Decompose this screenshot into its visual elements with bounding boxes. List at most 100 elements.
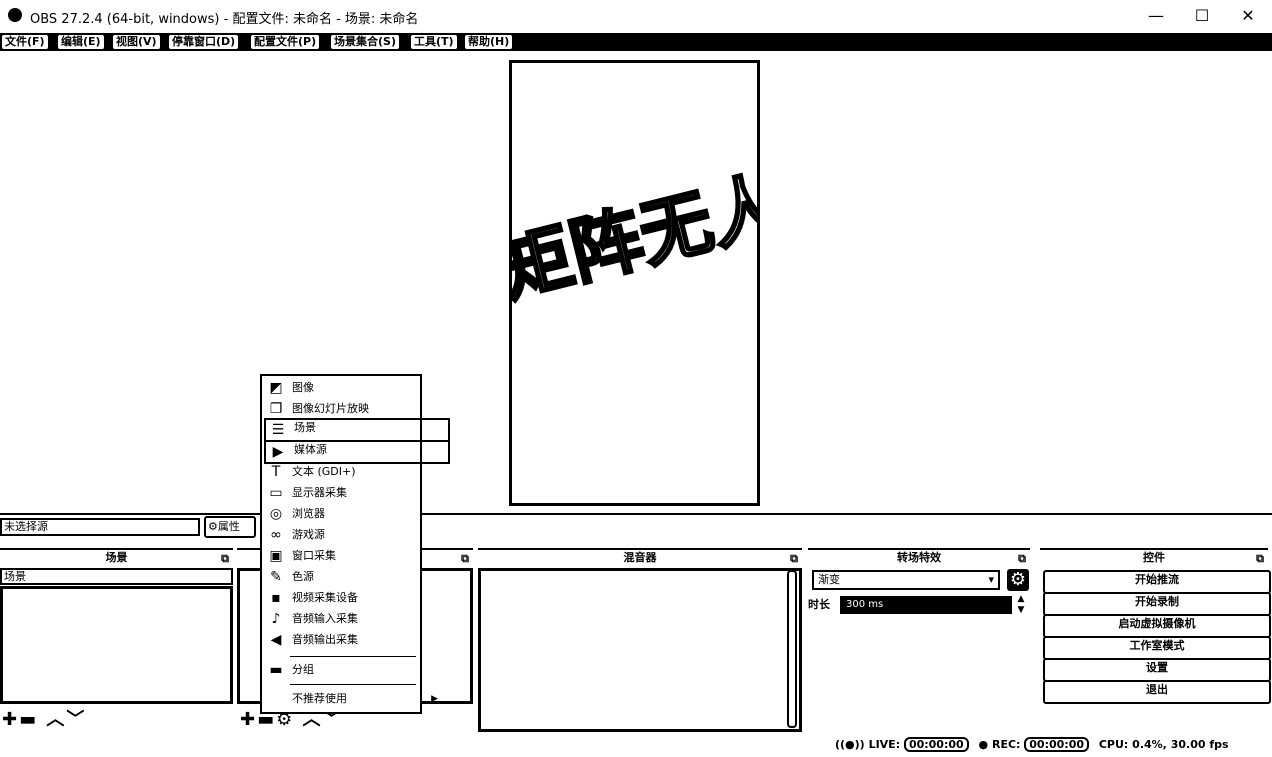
menu-item-browser[interactable]: ◎ 浏览器 [264, 504, 446, 524]
menu-item-label: 图像 [292, 381, 314, 394]
text-icon: T [271, 464, 281, 480]
transition-settings-button[interactable]: ⚙ [1007, 569, 1029, 591]
window-icon: ▣ [269, 548, 283, 564]
mixer-dock-title: 混音器 [623, 551, 657, 564]
menu-file[interactable]: 文件(F) [2, 35, 48, 49]
media-icon: ▶ [272, 444, 284, 460]
menu-item-window-capture[interactable]: ▣ 窗口采集 [264, 546, 446, 566]
start-virtual-camera-button[interactable]: 启动虚拟摄像机 [1043, 614, 1271, 638]
mixer-dock-header: 混音器 ⧉ [478, 548, 802, 566]
window-title: OBS 27.2.4 (64-bit, windows) - 配置文件: 未命名… [30, 12, 419, 27]
menu-item-color-source[interactable]: ✎ 色源 [264, 567, 446, 587]
scenes-list[interactable] [0, 586, 233, 704]
float-dock-icon[interactable]: ⧉ [461, 551, 469, 567]
menu-item-label: 图像幻灯片放映 [292, 402, 369, 415]
preview-canvas[interactable]: 矩阵无人 [509, 60, 760, 506]
duration-input[interactable]: 300 ms [840, 596, 1012, 614]
add-source-icon[interactable]: ✚ [240, 709, 257, 730]
scene-list-item[interactable]: 场景 [0, 568, 233, 585]
menu-edit[interactable]: 编辑(E) [58, 35, 104, 49]
preview-text-source: 矩阵无人 [509, 160, 760, 314]
menu-item-media-source[interactable]: ▶ 媒体源 [264, 440, 450, 464]
camera-icon: ▪ [271, 590, 281, 606]
menu-separator [290, 684, 416, 685]
gamepad-icon: ∞ [270, 527, 282, 543]
menu-item-label: 媒体源 [294, 443, 327, 456]
menu-item-slideshow[interactable]: ❐ 图像幻灯片放映 [264, 399, 446, 419]
selected-source-label: 未选择源 [0, 518, 200, 536]
mixer-scrollbar[interactable] [787, 570, 797, 728]
menu-bar: 文件(F) 编辑(E) 视图(V) 停靠窗口(D) 配置文件(P) 场景集合(S… [0, 33, 1272, 51]
menu-item-display-capture[interactable]: ▭ 显示器采集 [264, 483, 446, 503]
start-recording-button[interactable]: 开始录制 [1043, 592, 1271, 616]
menu-item-scene[interactable]: ☰ 场景 [264, 418, 450, 442]
brush-icon: ✎ [270, 569, 282, 585]
remove-scene-icon[interactable]: ▬ [19, 709, 38, 730]
scenes-dock-title: 场景 [105, 551, 128, 564]
menu-item-video-capture[interactable]: ▪ 视频采集设备 [264, 588, 446, 608]
duration-label: 时长 [808, 598, 830, 611]
transitions-dock-title: 转场特效 [897, 551, 941, 564]
audio-mixer-panel [478, 568, 802, 732]
start-streaming-button[interactable]: 开始推流 [1043, 570, 1271, 594]
menu-item-deprecated[interactable]: 不推荐使用 ▶ [264, 689, 446, 709]
live-icon: ((●)) [835, 738, 865, 751]
menu-profile[interactable]: 配置文件(P) [251, 35, 320, 49]
menu-docks[interactable]: 停靠窗口(D) [169, 35, 239, 49]
transitions-dock-header: 转场特效 ⧉ [808, 548, 1030, 566]
float-dock-icon[interactable]: ⧉ [790, 551, 798, 567]
move-up-icon[interactable]: ︿ [46, 709, 66, 730]
menu-scene-collection[interactable]: 场景集合(S) [331, 35, 399, 49]
fps-value: 30.00 fps [1170, 738, 1229, 751]
menu-help[interactable]: 帮助(H) [465, 35, 513, 49]
obs-logo-icon [8, 8, 22, 22]
folder-icon: ▬ [269, 662, 283, 678]
add-scene-icon[interactable]: ✚ [2, 709, 19, 730]
menu-item-label: 浏览器 [292, 507, 325, 520]
menu-item-label: 显示器采集 [292, 486, 347, 499]
menu-item-label: 文本 (GDI+) [292, 465, 356, 478]
duration-value: 300 ms [846, 599, 884, 610]
close-button[interactable]: ✕ [1225, 0, 1271, 32]
menu-item-text[interactable]: T 文本 (GDI+) [264, 462, 446, 482]
menu-item-image[interactable]: ◩ 图像 [264, 378, 446, 398]
menu-view[interactable]: 视图(V) [113, 35, 160, 49]
cpu-label: CPU: [1098, 738, 1129, 751]
record-icon: ● [978, 738, 989, 751]
menu-separator [290, 656, 416, 657]
menu-tools[interactable]: 工具(T) [411, 35, 457, 49]
menu-item-label: 色源 [292, 570, 314, 583]
controls-dock-header: 控件 ⧉ [1040, 548, 1268, 566]
move-down-icon[interactable]: ﹀ [66, 709, 86, 730]
transition-value: 渐变 [818, 573, 840, 586]
menu-item-label: 场景 [294, 421, 316, 434]
slideshow-icon: ❐ [269, 401, 283, 417]
menu-item-group[interactable]: ▬ 分组 [264, 660, 446, 680]
add-source-menu: ◩ 图像 ❐ 图像幻灯片放映 ☰ 场景 ▶ 媒体源 T 文本 (GDI+) ▭ … [260, 374, 450, 714]
gear-icon: ⚙ [208, 520, 218, 533]
properties-button[interactable]: ⚙属性 [204, 516, 256, 538]
float-dock-icon[interactable]: ⧉ [1256, 551, 1264, 567]
float-dock-icon[interactable]: ⧉ [221, 551, 229, 567]
settings-button[interactable]: 设置 [1043, 658, 1271, 682]
studio-mode-button[interactable]: 工作室模式 [1043, 636, 1271, 660]
menu-item-game-capture[interactable]: ∞ 游戏源 [264, 525, 446, 545]
dropdown-arrow-icon: ▾ [988, 573, 994, 586]
menu-item-audio-input[interactable]: ♪ 音频输入采集 [264, 609, 446, 629]
live-label: LIVE: [868, 738, 901, 751]
rec-time: 00:00:00 [1024, 737, 1090, 752]
status-bar: ((●)) LIVE: 00:00:00 ● REC: 00:00:00 CPU… [835, 737, 1265, 753]
minimize-button[interactable]: — [1133, 0, 1179, 32]
title-bar: OBS 27.2.4 (64-bit, windows) - 配置文件: 未命名… [0, 0, 1272, 32]
monitor-icon: ▭ [269, 485, 283, 501]
menu-item-audio-output[interactable]: ◀ 音频输出采集 [264, 630, 446, 650]
menu-item-label: 不推荐使用 [292, 692, 347, 705]
menu-item-label: 音频输入采集 [292, 612, 358, 625]
duration-spinner[interactable]: ▲ ▼ [1014, 594, 1028, 616]
transition-select[interactable]: 渐变 ▾ [812, 570, 1000, 590]
live-time: 00:00:00 [903, 737, 969, 752]
maximize-button[interactable]: ☐ [1179, 0, 1225, 32]
float-dock-icon[interactable]: ⧉ [1018, 551, 1026, 567]
menu-item-label: 视频采集设备 [292, 591, 358, 604]
exit-button[interactable]: 退出 [1043, 680, 1271, 704]
